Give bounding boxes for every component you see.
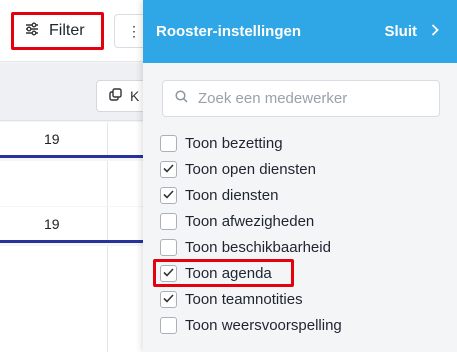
option-label: Toon weersvoorspelling: [185, 316, 342, 334]
option-checkbox[interactable]: [160, 290, 177, 308]
column-divider: [107, 246, 108, 352]
day-number: 19: [44, 216, 60, 232]
copy-button-label: K: [130, 88, 140, 104]
checkmark-icon: [163, 186, 174, 204]
option-row[interactable]: Toon diensten: [160, 182, 450, 208]
employee-search: [162, 80, 440, 117]
option-label: Toon agenda: [185, 264, 272, 282]
option-checkbox[interactable]: [160, 212, 177, 230]
option-label: Toon afwezigheden: [185, 212, 315, 230]
option-checkbox[interactable]: [160, 316, 177, 334]
close-button-label: Sluit: [384, 23, 418, 40]
search-input[interactable]: [198, 90, 418, 107]
panel-title: Rooster-instellingen: [156, 23, 302, 40]
display-options-list: Toon bezetting Toon open diensten Toon die…: [160, 130, 450, 338]
day-number: 19: [44, 131, 60, 147]
panel-header: Rooster-instellingen Sluit: [143, 0, 457, 63]
filter-button-label: Filter: [49, 22, 85, 39]
option-checkbox[interactable]: [160, 186, 177, 204]
option-row[interactable]: Toon weersvoorspelling: [160, 312, 450, 338]
option-row[interactable]: Toon teamnotities: [160, 286, 450, 312]
chevron-right-icon: [431, 23, 439, 40]
option-checkbox[interactable]: [160, 264, 177, 282]
copy-icon: [109, 88, 122, 104]
option-row[interactable]: Toon agenda: [160, 260, 450, 286]
option-checkbox[interactable]: [160, 238, 177, 256]
option-checkbox[interactable]: [160, 134, 177, 152]
option-label: Toon open diensten: [185, 160, 316, 178]
option-row[interactable]: Toon bezetting: [160, 130, 450, 156]
option-row[interactable]: Toon beschikbaarheid: [160, 234, 450, 260]
checkmark-icon: [163, 290, 174, 308]
option-label: Toon teamnotities: [185, 290, 303, 308]
option-label: Toon beschikbaarheid: [185, 238, 331, 256]
rooster-settings-panel: Rooster-instellingen Sluit Toon bezettin…: [143, 0, 457, 352]
option-checkbox[interactable]: [160, 160, 177, 178]
filter-button[interactable]: Filter: [11, 12, 104, 50]
search-icon: [175, 89, 188, 108]
column-divider: [107, 122, 108, 155]
option-row[interactable]: Toon afwezigheden: [160, 208, 450, 234]
option-label: Toon bezetting: [185, 134, 283, 152]
more-icon: ⋮: [127, 22, 141, 39]
sliders-icon: [25, 22, 39, 41]
column-divider: [107, 161, 108, 206]
checkmark-icon: [163, 160, 174, 178]
option-label: Toon diensten: [185, 186, 279, 204]
option-row[interactable]: Toon open diensten: [160, 156, 450, 182]
column-divider: [107, 207, 108, 240]
checkmark-icon: [163, 264, 174, 282]
close-button[interactable]: Sluit: [385, 23, 440, 40]
